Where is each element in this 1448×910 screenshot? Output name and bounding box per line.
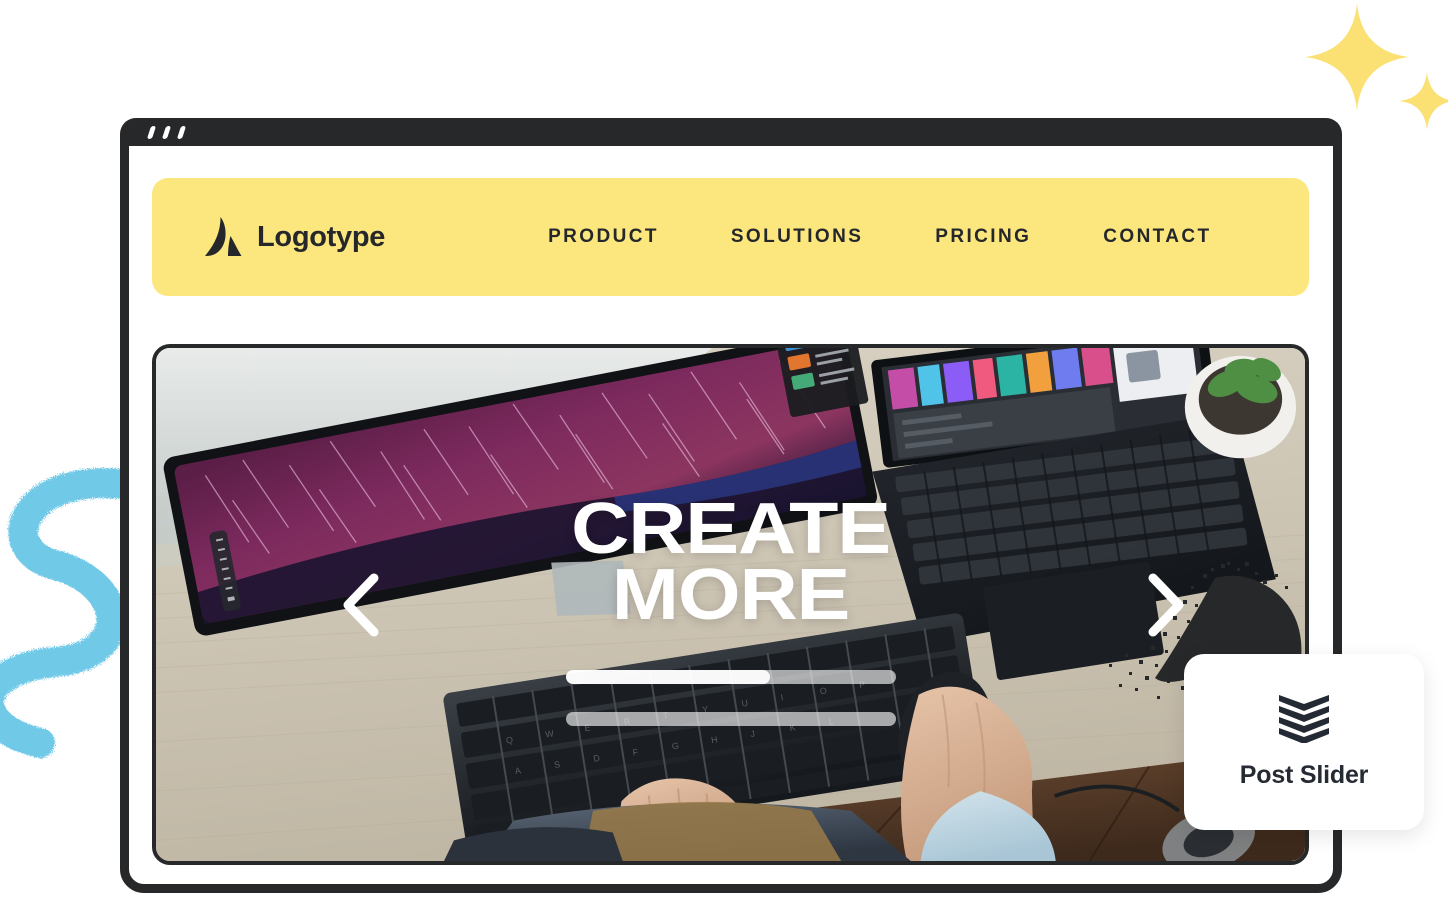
chevron-left-icon — [343, 573, 379, 636]
slide-progress-2[interactable] — [565, 712, 896, 726]
slide-progress-1-fill — [565, 670, 771, 684]
primary-nav: PRODUCT SOLUTIONS PRICING CONTACT — [548, 226, 1211, 248]
nav-link-contact[interactable]: CONTACT — [1103, 226, 1211, 248]
slider-prev-button[interactable] — [334, 570, 388, 640]
slide-progress-1[interactable] — [565, 670, 896, 684]
post-slider-label: Post Slider — [1239, 760, 1369, 789]
site-navbar: Logotype PRODUCT SOLUTIONS PRICING CONTA… — [152, 178, 1309, 296]
nav-link-solutions[interactable]: SOLUTIONS — [731, 226, 863, 248]
chevron-right-icon — [1148, 573, 1184, 636]
window-dot-icon[interactable] — [161, 126, 172, 139]
slider-progress-group — [565, 670, 896, 726]
browser-window: Logotype PRODUCT SOLUTIONS PRICING CONTA… — [120, 118, 1342, 893]
hero-slider[interactable]: QWE RTY UIO P ASD FGH JKL — [152, 344, 1309, 865]
nav-link-product[interactable]: PRODUCT — [548, 226, 659, 248]
logo-mark-a-icon — [205, 217, 242, 257]
hero-background-photo: QWE RTY UIO P ASD FGH JKL — [156, 348, 1305, 861]
page-root: Logotype PRODUCT SOLUTIONS PRICING CONTA… — [0, 0, 1448, 910]
slider-next-button[interactable] — [1139, 570, 1193, 640]
brand-name: Logotype — [257, 220, 386, 253]
window-dot-icon[interactable] — [146, 126, 157, 139]
brand-logo[interactable]: Logotype — [203, 216, 385, 258]
window-dot-icon[interactable] — [176, 126, 187, 139]
sparkle-icon — [1305, 3, 1409, 111]
nav-link-pricing[interactable]: PRICING — [935, 226, 1031, 248]
stacked-chevrons-icon — [1279, 694, 1329, 743]
post-slider-card[interactable]: Post Slider — [1184, 654, 1424, 830]
sparkle-icon — [1399, 72, 1448, 130]
window-titlebar — [120, 118, 1342, 146]
